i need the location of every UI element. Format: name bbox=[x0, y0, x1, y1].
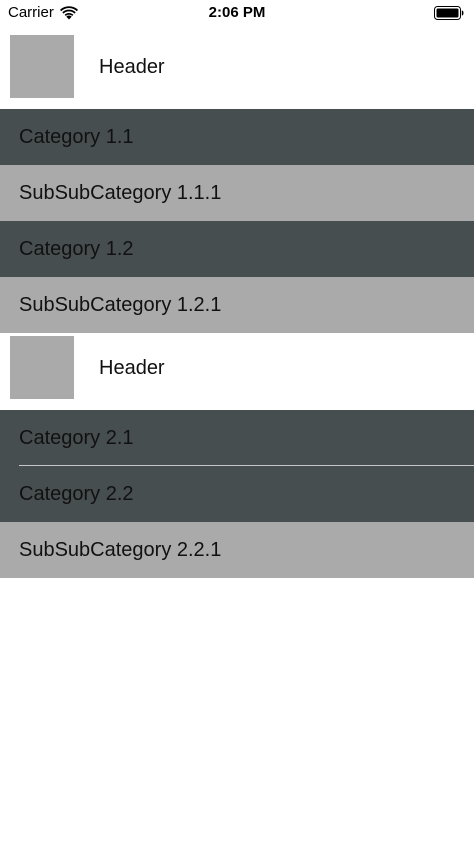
row-label: Category 2.1 bbox=[19, 427, 134, 449]
section-header: Header bbox=[0, 333, 474, 410]
row-label: Category 2.2 bbox=[19, 483, 134, 505]
row-label: SubSubCategory 1.2.1 bbox=[19, 294, 222, 316]
row-label: Category 1.2 bbox=[19, 238, 134, 260]
header-label: Header bbox=[99, 56, 165, 78]
category-row[interactable]: Category 1.2 bbox=[0, 221, 474, 277]
screen: Carrier 2:06 PM Header Category 1.1 SubSub… bbox=[0, 0, 474, 843]
row-label: Category 1.1 bbox=[19, 126, 134, 148]
status-time: 2:06 PM bbox=[208, 4, 266, 21]
battery-icon bbox=[434, 6, 464, 20]
header-thumbnail bbox=[10, 35, 74, 98]
header-thumbnail bbox=[10, 336, 74, 399]
row-label: SubSubCategory 1.1.1 bbox=[19, 182, 222, 204]
category-row[interactable]: Category 2.2 bbox=[0, 466, 474, 522]
row-label: SubSubCategory 2.2.1 bbox=[19, 539, 222, 561]
category-row[interactable]: Category 2.1 bbox=[0, 410, 474, 466]
subsubcategory-row[interactable]: SubSubCategory 1.2.1 bbox=[0, 277, 474, 333]
header-label: Header bbox=[99, 357, 165, 379]
subsubcategory-row[interactable]: SubSubCategory 1.1.1 bbox=[0, 165, 474, 221]
category-row[interactable]: Category 1.1 bbox=[0, 109, 474, 165]
subsubcategory-row[interactable]: SubSubCategory 2.2.1 bbox=[0, 522, 474, 578]
section-header: Header bbox=[0, 32, 474, 109]
status-bar: Carrier 2:06 PM bbox=[0, 0, 474, 28]
category-table[interactable]: Header Category 1.1 SubSubCategory 1.1.1 Ca… bbox=[0, 32, 474, 578]
